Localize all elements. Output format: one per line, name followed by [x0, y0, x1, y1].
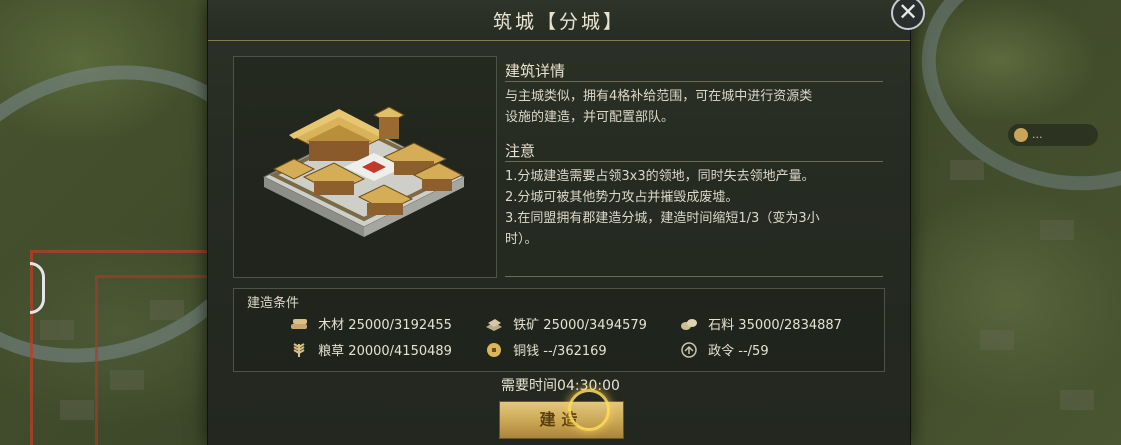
decree-icon [681, 342, 697, 358]
build-time: 需要时间04:30:00 [501, 378, 620, 394]
tap-indicator [568, 389, 610, 431]
map-tile [950, 160, 984, 180]
note-line-4: 时）。 [505, 232, 538, 247]
resource-iron: 铁矿 25000/3494579 [485, 316, 647, 336]
resource-name: 木材 [318, 318, 345, 333]
resource-value: 20000/4150489 [348, 344, 452, 359]
copper-coin-icon [487, 343, 501, 357]
marker-icon [1014, 128, 1028, 142]
resource-value: --/362169 [543, 344, 607, 359]
grain-icon [293, 343, 305, 357]
iron-icon [486, 319, 502, 331]
details-line-1: 与主城类似，拥有4格补给范围，可在城中进行资源类 [505, 89, 813, 104]
resource-name: 粮草 [318, 344, 345, 359]
details-heading: 建筑详情 [505, 62, 566, 80]
city-building-image [262, 106, 466, 237]
resource-stone: 石料 35000/2834887 [680, 316, 842, 336]
map-river [895, 0, 1121, 222]
dialog-title: 筑城【分城】 [492, 11, 625, 33]
notes-heading: 注意 [505, 142, 536, 160]
resource-name: 铜钱 [513, 344, 540, 359]
resource-grain: 粮草 20000/4150489 [290, 342, 452, 362]
resource-value: 25000/3494579 [543, 318, 647, 333]
divider [505, 81, 883, 82]
note-line-3: 3.在同盟拥有郡建造分城，建造时间缩短1/3（变为3小 [505, 211, 820, 226]
note-line-2: 2.分城可被其他势力攻占并摧毁成废墟。 [505, 190, 739, 205]
map-tile [980, 330, 1014, 350]
side-panel-handle[interactable] [30, 262, 45, 314]
resource-name: 政令 [708, 344, 735, 359]
resource-value: 35000/2834887 [738, 318, 842, 333]
map-tile [1040, 220, 1074, 240]
resource-decree: 政令 --/59 [680, 342, 769, 362]
map-tile [40, 320, 74, 340]
dialog-title-bar: 筑城【分城】 [208, 0, 910, 41]
details-line-2: 设施的建造，并可配置部队。 [505, 110, 675, 125]
conditions-heading: 建造条件 [247, 296, 300, 311]
map-tile [150, 300, 184, 320]
divider [505, 276, 883, 277]
stone-icon [681, 319, 697, 330]
map-tile [60, 400, 94, 420]
map-marker-label: ... [1032, 128, 1043, 141]
resource-value: 25000/3192455 [348, 318, 452, 333]
building-image-frame [233, 56, 497, 278]
wood-icon [291, 319, 307, 329]
resource-wood: 木材 25000/3192455 [290, 316, 452, 336]
divider [505, 161, 883, 162]
resource-copper: 铜钱 --/362169 [485, 342, 607, 362]
note-line-1: 1.分城建造需要占领3x3的领地，同时失去领地产量。 [505, 169, 815, 184]
resource-name: 石料 [708, 318, 735, 333]
resource-value: --/59 [738, 344, 769, 359]
resource-name: 铁矿 [513, 318, 540, 333]
map-marker-badge[interactable]: ... [1008, 124, 1098, 146]
